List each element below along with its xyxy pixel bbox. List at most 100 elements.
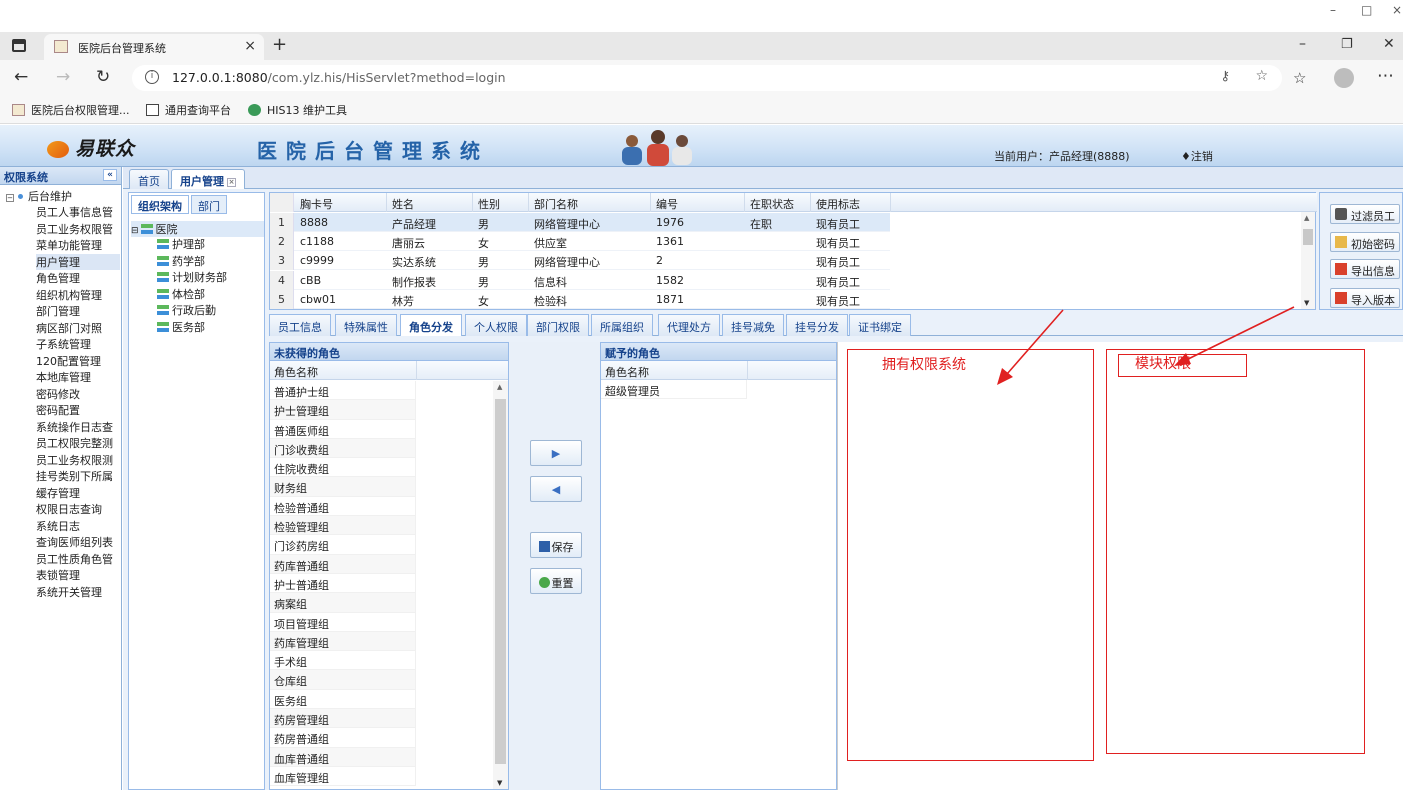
collapse-sidebar-button[interactable]: « [103,169,117,181]
sidebar-item[interactable]: 120配置管理 [36,353,120,369]
role-row[interactable]: 普通护士组 [270,381,416,401]
more-menu-icon[interactable]: ⋯ [1377,66,1394,86]
table-row[interactable]: 1 8888 产品经理 男 网络管理中心 1976 在职 现有员工 [270,213,890,232]
sidebar-item[interactable]: 密码配置 [36,402,120,418]
window-minimize-button[interactable]: – [1330,3,1336,17]
sub-tab[interactable]: 个人权限 [465,314,527,336]
column-header[interactable]: 角色名称 [270,361,508,380]
column-header[interactable]: 姓名 [392,196,414,212]
sub-tab[interactable]: 部门权限 [527,314,589,336]
role-row[interactable]: 项目管理组 [270,612,416,632]
scroll-thumb[interactable] [495,399,506,764]
sub-tab[interactable]: 所属组织 [591,314,653,336]
scroll-down-icon[interactable]: ▼ [1304,299,1309,307]
tree-collapse-icon[interactable]: − [6,194,14,202]
sidebar-item[interactable]: 缓存管理 [36,485,120,501]
column-header[interactable]: 胸卡号 [300,196,333,212]
sidebar-item[interactable]: 部门管理 [36,303,120,319]
org-child-node[interactable]: 护理部 [157,236,205,252]
sidebar-item[interactable]: 病区部门对照 [36,320,120,336]
role-row[interactable]: 普通医师组 [270,419,416,439]
table-row[interactable]: 2 c1188 唐丽云 女 供应室 1361 现有员工 [270,232,890,252]
sidebar-item[interactable]: 员工业务权限测 [36,452,120,468]
role-row[interactable]: 病案组 [270,593,416,613]
scroll-down-icon[interactable]: ▼ [497,779,502,787]
sidebar-item[interactable]: 本地库管理 [36,369,120,385]
tab-department[interactable]: 部门 [191,195,227,214]
sidebar-item[interactable]: 菜单功能管理 [36,237,120,253]
sub-tab[interactable]: 特殊属性 [335,314,397,336]
sub-tab[interactable]: 证书绑定 [849,314,911,336]
grid-scrollbar[interactable]: ▲ ▼ [1301,212,1315,309]
tree-root-node[interactable]: − 后台维护 [6,188,72,204]
sub-tab[interactable]: 挂号分发 [786,314,848,336]
role-row[interactable]: 检验普通组 [270,496,416,517]
role-row[interactable]: 药库管理组 [270,631,416,652]
tab-home[interactable]: 首页 [129,169,169,189]
column-header[interactable]: 编号 [656,196,678,212]
sub-tab[interactable]: 挂号减免 [722,314,784,336]
org-child-node[interactable]: 药学部 [157,253,205,269]
browser-minimize-button[interactable]: – [1299,36,1306,52]
sidebar-item[interactable]: 用户管理 [36,253,120,270]
role-row[interactable]: 药房普通组 [270,728,416,748]
init-password-button[interactable]: 初始密码 [1330,232,1400,252]
column-header[interactable]: 部门名称 [534,196,578,212]
reset-button[interactable]: 重置 [530,568,582,594]
profile-avatar-icon[interactable] [1334,68,1354,88]
table-row[interactable]: 5 cbw01 林芳 女 检验科 1871 现有员工 [270,289,890,309]
favorites-list-icon[interactable]: ☆ [1293,69,1306,87]
browser-tab[interactable]: 医院后台管理系统 × [44,34,264,60]
browser-close-button[interactable]: ✕ [1383,36,1395,52]
address-bar[interactable]: i 127.0.0.1:8080/com.ylz.his/HisServlet?… [132,65,1282,91]
role-row[interactable]: 门诊药房组 [270,535,416,555]
sidebar-item[interactable]: 员工业务权限管 [36,221,120,237]
role-row[interactable]: 仓库组 [270,670,416,690]
filter-staff-button[interactable]: 过滤员工 [1330,204,1400,224]
bookmark-item[interactable]: 通用查询平台 [146,102,231,118]
org-child-node[interactable]: 行政后勤 [157,302,216,318]
sidebar-item[interactable]: 表锁管理 [36,567,120,583]
sidebar-item[interactable]: 挂号类别下所属 [36,468,120,484]
forward-arrow-icon[interactable]: → [56,67,70,87]
tab-user-management[interactable]: 用户管理 × [171,169,245,189]
role-row[interactable]: 财务组 [270,477,416,497]
export-info-button[interactable]: 导出信息 [1330,259,1400,279]
site-info-icon[interactable]: i [145,70,159,84]
window-maximize-button[interactable]: □ [1361,3,1372,17]
logout-link[interactable]: ♦注销 [1181,148,1213,164]
sidebar-item[interactable]: 员工性质角色管 [36,551,120,567]
sidebar-item[interactable]: 权限日志查询 [36,501,120,517]
close-tab-icon[interactable]: × [227,178,236,187]
column-header[interactable]: 在职状态 [750,196,794,212]
column-header[interactable]: 角色名称 [601,361,836,380]
scroll-up-icon[interactable]: ▲ [497,383,502,391]
sidebar-item[interactable]: 角色管理 [36,270,120,286]
role-row[interactable]: 手术组 [270,651,416,671]
new-tab-icon[interactable]: + [272,34,287,55]
sidebar-item[interactable]: 系统操作日志查 [36,419,120,435]
column-header[interactable]: 性别 [478,196,500,212]
org-child-node[interactable]: 计划财务部 [157,269,227,285]
role-row[interactable]: 药房管理组 [270,709,416,729]
sidebar-item[interactable]: 系统开关管理 [36,584,120,600]
role-row[interactable]: 血库管理组 [270,766,416,787]
tab-org-structure[interactable]: 组织架构 [131,195,189,214]
role-row[interactable]: 门诊收费组 [270,438,416,459]
role-row[interactable]: 超级管理员 [601,380,747,400]
role-row[interactable]: 药库普通组 [270,554,416,574]
reload-icon[interactable]: ↻ [96,67,110,87]
sidebar-item[interactable]: 密码修改 [36,386,120,402]
add-role-button[interactable]: ▶ [530,440,582,466]
bookmark-item[interactable]: HIS13 维护工具 [248,102,347,118]
sub-tab[interactable]: 代理处方 [658,314,720,336]
role-row[interactable]: 护士普通组 [270,573,416,594]
back-arrow-icon[interactable]: ← [14,67,28,87]
favorite-star-icon[interactable]: ☆ [1255,68,1268,84]
sub-tab[interactable]: 员工信息 [269,314,331,336]
save-button[interactable]: 保存 [530,532,582,558]
org-child-node[interactable]: 医务部 [157,319,205,335]
scroll-up-icon[interactable]: ▲ [1304,214,1309,222]
org-root-node[interactable]: ⊟ 医院 [131,221,264,237]
role-row[interactable]: 护士管理组 [270,400,416,420]
